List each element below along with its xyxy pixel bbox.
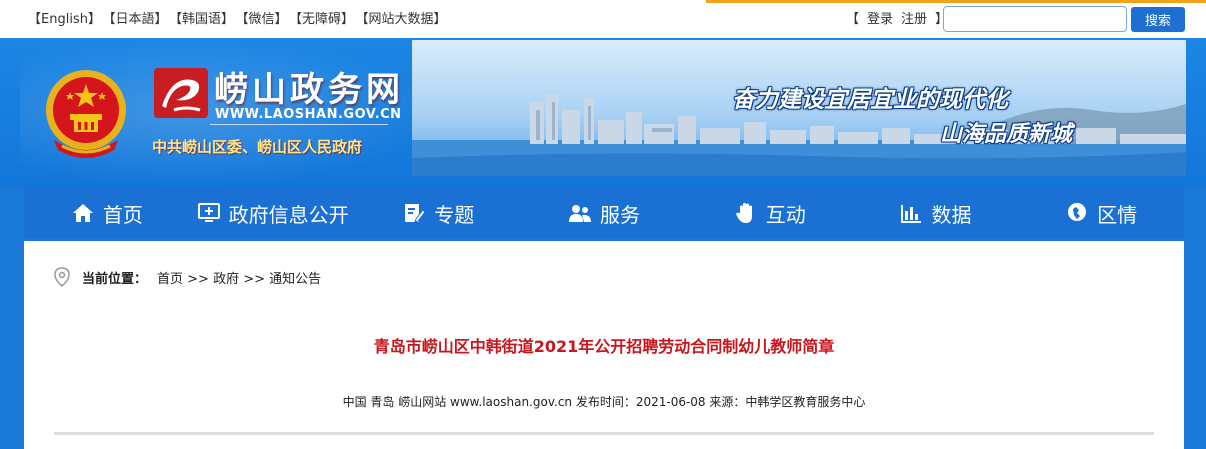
- article-title: 青岛市崂山区中韩街道2021年公开招聘劳动合同制幼儿教师简章: [373, 337, 835, 356]
- site-url: WWW.LAOSHAN.GOV.CN: [215, 107, 402, 122]
- laoshan-logo-icon: [154, 68, 208, 118]
- header-divider: [210, 124, 388, 125]
- hand-icon: [734, 201, 758, 225]
- nav-item-services[interactable]: 服务: [521, 188, 687, 238]
- link-accessibility[interactable]: 【无障碍】: [296, 12, 355, 27]
- location-pin-icon: [54, 267, 70, 287]
- city-banner: 奋力建设宜居宜业的现代化 山海品质新城: [412, 40, 1186, 176]
- top-utility-bar: 【English】 【日本語】 【韩国语】 【微信】 【无障碍】 【网站大数据】 【登录注…: [0, 0, 1206, 38]
- bar-chart-icon: [899, 201, 923, 225]
- link-big-data[interactable]: 【网站大数据】: [362, 12, 447, 27]
- home-icon: [71, 201, 95, 225]
- banner-slogan-line2: 山海品质新城: [940, 122, 1073, 147]
- main-nav: 首页 政府信息公开 专题 服务 互动 数据 区情: [24, 188, 1184, 238]
- monitor-icon: [197, 201, 221, 225]
- top-accent-line: [706, 0, 1206, 3]
- nav-item-label: 数据: [931, 202, 972, 227]
- national-emblem-icon: [46, 70, 126, 158]
- nav-item-data[interactable]: 数据: [853, 188, 1019, 238]
- language-links: 【English】 【日本語】 【韩国语】 【微信】 【无障碍】 【网站大数据】: [28, 8, 455, 27]
- login-links: 【登录 注册】: [842, 8, 952, 27]
- breadcrumb: 当前位置： 首页 >> 政府 >> 通知公告: [54, 267, 321, 287]
- nav-item-home[interactable]: 首页: [24, 188, 190, 238]
- link-english[interactable]: 【English】: [28, 12, 101, 27]
- nav-item-label: 首页: [102, 202, 143, 227]
- edit-icon: [402, 201, 426, 225]
- nav-item-label: 区情: [1097, 202, 1138, 227]
- search-button[interactable]: 搜索: [1131, 7, 1185, 32]
- search-input[interactable]: [943, 6, 1127, 32]
- users-icon: [568, 201, 592, 225]
- nav-item-label: 专题: [434, 202, 475, 227]
- nav-item-gov-info[interactable]: 政府信息公开: [190, 188, 356, 238]
- login-bracket-open: 【: [846, 12, 860, 27]
- link-wechat[interactable]: 【微信】: [242, 12, 288, 27]
- breadcrumb-label: 当前位置：: [82, 271, 148, 287]
- breadcrumb-path[interactable]: 首页 >> 政府 >> 通知公告: [157, 268, 321, 287]
- nav-item-label: 互动: [765, 202, 806, 227]
- content-panel: 当前位置： 首页 >> 政府 >> 通知公告 青岛市崂山区中韩街道2021年公开…: [24, 241, 1184, 449]
- article-meta: 中国 青岛 崂山网站 www.laoshan.gov.cn 发布时间：2021-…: [342, 395, 866, 409]
- map-pin-icon: [1065, 201, 1089, 225]
- nav-item-topics[interactable]: 专题: [355, 188, 521, 238]
- site-header: 崂山政务网 WWW.LAOSHAN.GOV.CN 中共崂山区委、崂山区人民政府: [0, 38, 1206, 188]
- nav-item-district[interactable]: 区情: [1018, 188, 1184, 238]
- site-subtitle: 中共崂山区委、崂山区人民政府: [152, 138, 363, 156]
- register-link[interactable]: 注册: [901, 12, 927, 27]
- banner-slogan-line1: 奋力建设宜居宜业的现代化: [732, 87, 1008, 113]
- nav-item-label: 政府信息公开: [228, 202, 349, 227]
- login-link[interactable]: 登录: [867, 12, 893, 27]
- site-name: 崂山政务网: [214, 70, 404, 110]
- nav-item-interaction[interactable]: 互动: [687, 188, 853, 238]
- link-japanese[interactable]: 【日本語】: [109, 12, 168, 27]
- nav-item-label: 服务: [600, 202, 641, 227]
- content-divider: [54, 432, 1154, 435]
- link-korean[interactable]: 【韩国语】: [175, 12, 234, 27]
